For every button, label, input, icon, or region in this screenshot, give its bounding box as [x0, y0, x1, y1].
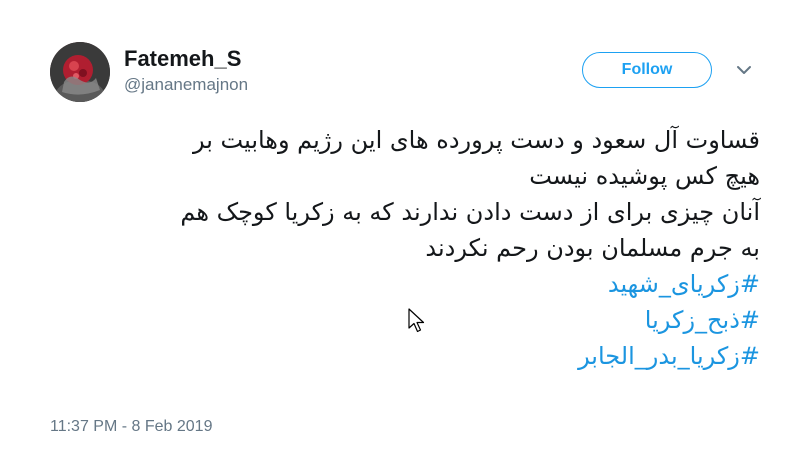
tweet-text-line: هیچ کس پوشیده نیست [529, 162, 760, 190]
display-name[interactable]: Fatemeh_S [124, 46, 241, 72]
avatar[interactable] [50, 42, 110, 102]
hashtag-link[interactable]: #زکریای_شهید [60, 266, 760, 302]
user-handle[interactable]: @jananemajnon [124, 75, 248, 95]
tweet-timestamp[interactable]: 11:37 PM - 8 Feb 2019 [50, 417, 212, 437]
hashtag-link[interactable]: #زکریا_بدر_الجابر [60, 338, 760, 374]
mouse-cursor-icon [408, 308, 425, 333]
avatar-image [50, 42, 110, 102]
tweet-text-line: قساوت آل سعود و دست پرورده های این رژیم … [192, 126, 760, 154]
tweet-text-line: به جرم مسلمان بودن رحم نکردند [425, 234, 760, 262]
tweet-text: قساوت آل سعود و دست پرورده های این رژیم … [60, 122, 760, 374]
follow-button[interactable]: Follow [582, 52, 712, 88]
tweet-card: Fatemeh_S @jananemajnon Follow قساوت آل … [0, 0, 800, 454]
chevron-down-icon[interactable] [736, 64, 752, 76]
tweet-text-line: آنان چیزی برای از دست دادن ندارند که به … [180, 198, 760, 226]
